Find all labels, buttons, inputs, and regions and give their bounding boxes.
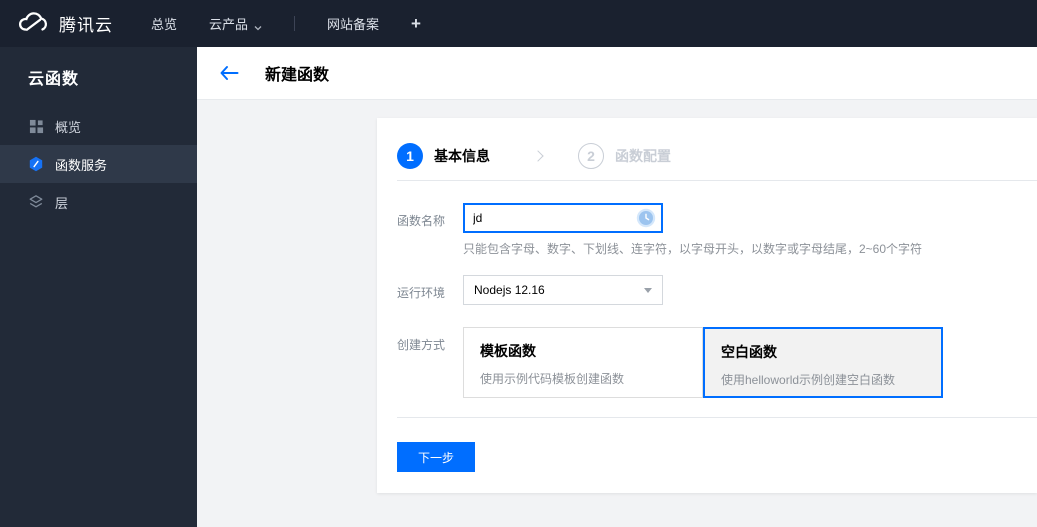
brand-name: 腾讯云 (59, 16, 113, 35)
function-shield-icon (28, 156, 44, 172)
tencent-cloud-logo[interactable]: 腾讯云 (16, 9, 113, 38)
back-arrow-icon[interactable] (217, 61, 241, 85)
runtime-select[interactable]: Nodejs 12.16 (463, 275, 663, 305)
runtime-row: 运行环境 Nodejs 12.16 (397, 275, 1037, 305)
top-navbar: 腾讯云 总览 云产品 网站备案 + (0, 0, 1037, 47)
runtime-label: 运行环境 (397, 286, 446, 300)
function-name-input[interactable] (463, 203, 663, 233)
sidebar-item-overview[interactable]: 概览 (0, 107, 197, 145)
function-name-input-wrap (463, 203, 663, 233)
step-indicator: 1 基本信息 2 函数配置 (377, 118, 1037, 169)
step-arrow-icon (532, 150, 544, 162)
topnav-menu: 总览 云产品 网站备案 + (151, 14, 421, 34)
add-nav-tab-button[interactable]: + (411, 14, 421, 34)
creation-method-options: 模板函数 使用示例代码模板创建函数 空白函数 使用helloworld示例创建空… (463, 327, 943, 398)
method-card-title: 空白函数 (721, 344, 777, 360)
sidebar-title: 云函数 (28, 71, 80, 88)
sidebar-item-label: 概览 (55, 119, 82, 135)
sidebar-item-label: 层 (55, 195, 69, 211)
sidebar: 云函数 概览 函数服务 层 (0, 47, 197, 527)
step-2-circle: 2 (578, 143, 604, 169)
method-card-desc: 使用helloworld示例创建空白函数 (721, 373, 896, 387)
cloud-logo-icon (16, 9, 50, 38)
next-step-button[interactable]: 下一步 (397, 442, 475, 472)
layers-icon (28, 194, 44, 210)
step-2-label: 函数配置 (615, 148, 671, 164)
function-name-row: 函数名称 只能包含字母、数字、下划线、连字符，以字母开头，以数字或字母结尾，2 (397, 203, 1037, 256)
nav-item-overview[interactable]: 总览 (151, 14, 177, 33)
content-area: 1 基本信息 2 函数配置 函数名称 jd 只能包含字母、数字、下划线、连字符，… (197, 100, 1037, 527)
nav-item-cloud-products[interactable]: 云产品 (209, 14, 262, 33)
nav-item-website-icp[interactable]: 网站备案 (327, 14, 379, 33)
select-caret-icon (644, 287, 652, 293)
method-card-blank-function[interactable]: 空白函数 使用helloworld示例创建空白函数 (703, 327, 943, 398)
method-card-desc: 使用示例代码模板创建函数 (480, 372, 625, 386)
card-footer: 下一步 (377, 418, 1037, 472)
function-name-hint: 只能包含字母、数字、下划线、连字符，以字母开头，以数字或字母结尾，2~60个字符 (463, 242, 923, 256)
function-name-label: 函数名称 (397, 214, 446, 228)
clock-pending-icon (636, 208, 656, 228)
basic-info-form: 函数名称 只能包含字母、数字、下划线、连字符，以字母开头，以数字或字母结尾，2 (377, 203, 1037, 398)
sidebar-item-layers[interactable]: 层 (0, 183, 197, 221)
runtime-selected-value: Nodejs 12.16 (474, 283, 545, 297)
chevron-down-icon (254, 20, 262, 30)
navbar-divider (294, 16, 296, 31)
sidebar-item-function-service[interactable]: 函数服务 (0, 145, 197, 183)
page-title: 新建函数 (265, 67, 330, 84)
step-1-circle: 1 (397, 143, 423, 169)
grid-icon (28, 118, 44, 134)
method-card-title: 模板函数 (480, 343, 536, 359)
method-card-template-function[interactable]: 模板函数 使用示例代码模板创建函数 (463, 327, 703, 398)
creation-method-label: 创建方式 (397, 338, 446, 352)
page-header: 新建函数 (197, 47, 1037, 100)
sidebar-item-label: 函数服务 (55, 157, 108, 173)
steps-divider (397, 180, 1037, 181)
creation-method-row: 创建方式 模板函数 使用示例代码模板创建函数 空白函数 使用helloworld… (397, 327, 1037, 398)
new-function-card: 1 基本信息 2 函数配置 函数名称 jd 只能包含字母、数字、下划线、连字符，… (377, 118, 1037, 493)
sidebar-menu: 概览 函数服务 层 (0, 107, 197, 221)
function-name-field-group: 只能包含字母、数字、下划线、连字符，以字母开头，以数字或字母结尾，2~60个字符 (463, 203, 922, 256)
step-1-label: 基本信息 (434, 148, 490, 164)
